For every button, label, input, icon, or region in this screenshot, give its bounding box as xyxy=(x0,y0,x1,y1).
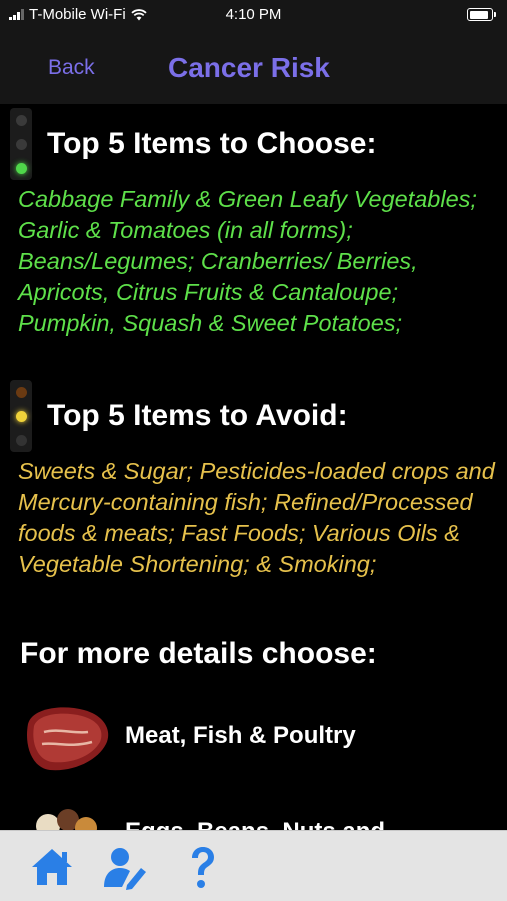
choose-title: Top 5 Items to Choose: xyxy=(47,127,377,160)
user-edit-icon[interactable] xyxy=(100,843,148,891)
status-time: 4:10 PM xyxy=(225,6,282,23)
battery-icon xyxy=(467,8,496,21)
choose-section-header: Top 5 Items to Choose: xyxy=(0,108,376,180)
back-button[interactable]: Back xyxy=(48,56,95,80)
avoid-title: Top 5 Items to Avoid: xyxy=(47,399,348,432)
choose-items-text: Cabbage Family & Green Leafy Vegetables;… xyxy=(18,186,477,336)
home-icon[interactable] xyxy=(28,843,76,891)
yellow-traffic-light-icon xyxy=(10,380,32,452)
content-area[interactable]: Top 5 Items to Choose: Cabbage Family & … xyxy=(0,104,507,830)
tab-bar xyxy=(0,830,507,901)
detail-item-meat-fish-poultry[interactable]: Meat, Fish & Poultry xyxy=(0,694,507,790)
status-bar: T-Mobile Wi-Fi 4:10 PM xyxy=(0,0,507,32)
green-traffic-light-icon xyxy=(10,108,32,180)
avoid-section-header: Top 5 Items to Avoid: xyxy=(0,380,348,452)
page-title: Cancer Risk xyxy=(168,52,330,83)
navigation-bar: Back Cancer Risk xyxy=(0,32,507,104)
detail-item-label: Meat, Fish & Poultry xyxy=(125,722,356,749)
steak-icon xyxy=(26,707,109,771)
detail-item-label: Eggs, Beans, Nuts and xyxy=(125,818,385,830)
details-heading: For more details choose: xyxy=(20,637,377,670)
avoid-items-text: Sweets & Sugar; Pesticides-loaded crops … xyxy=(18,458,495,577)
help-icon[interactable] xyxy=(178,843,226,891)
detail-item-eggs-beans-nuts[interactable]: Eggs, Beans, Nuts and xyxy=(0,788,507,830)
beans-nuts-icon xyxy=(36,809,97,830)
